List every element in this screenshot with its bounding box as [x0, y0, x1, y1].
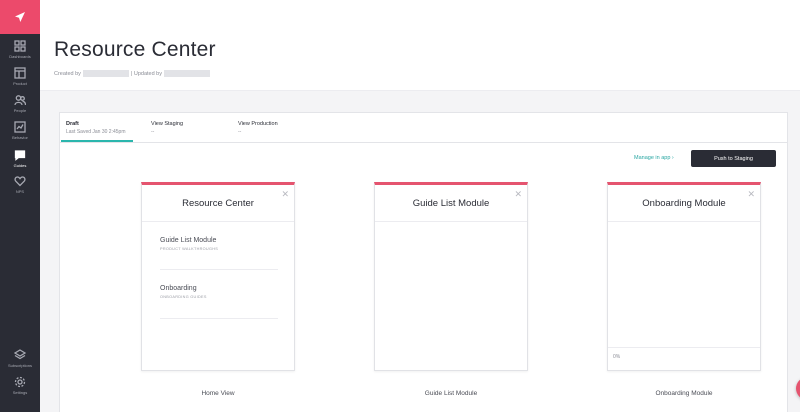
gear-icon	[14, 376, 26, 388]
progress-divider	[608, 347, 760, 348]
tab-view-staging[interactable]: View Staging --	[151, 121, 183, 135]
chart-icon	[14, 121, 26, 133]
tab-sublabel: --	[151, 129, 155, 135]
sidebar-item-label: NPS	[15, 189, 25, 194]
tab-label: Draft	[66, 121, 79, 127]
sidebar: Dashboards Product People Behavior Guide…	[0, 0, 40, 412]
sidebar-item-label: Guides	[13, 163, 27, 168]
environment-tabs: Draft Last Saved Jan 30 2:45pm View Stag…	[60, 113, 787, 143]
main-content: Resource Center Created by | Updated by …	[40, 0, 800, 412]
sidebar-item-settings[interactable]: Settings	[0, 376, 40, 395]
updated-by-label: | Updated by	[130, 70, 162, 77]
sidebar-item-people[interactable]: People	[0, 94, 40, 113]
page-meta: Created by | Updated by	[54, 70, 212, 77]
module-name: Onboarding	[160, 285, 197, 292]
module-subtitle: PRODUCT WALKTHROUGHS	[160, 247, 219, 251]
module-item-onboarding[interactable]: Onboarding ONBOARDING GUIDES	[160, 285, 207, 299]
divider	[160, 318, 278, 319]
sidebar-item-label: Behavior	[12, 135, 28, 140]
sidebar-item-label: People	[13, 108, 27, 113]
progress-text: 0%	[613, 354, 621, 360]
people-icon	[14, 95, 26, 106]
module-subtitle: ONBOARDING GUIDES	[160, 295, 207, 299]
redacted-name	[164, 70, 210, 77]
divider	[160, 269, 278, 270]
tab-sublabel: --	[238, 129, 242, 135]
active-tab-indicator	[61, 140, 133, 142]
grid-icon	[14, 40, 26, 52]
chat-icon	[14, 150, 26, 161]
tab-label: View Staging	[151, 121, 184, 127]
sidebar-item-behavior[interactable]: Behavior	[0, 121, 40, 140]
rocket-logo-icon	[15, 12, 25, 22]
card-caption: Guide List Module	[424, 390, 478, 397]
tab-sublabel: Last Saved Jan 30 2:45pm	[66, 129, 126, 135]
push-to-staging-button[interactable]: Push to Staging	[691, 150, 776, 167]
layers-icon	[14, 349, 26, 360]
close-icon[interactable]: ✕	[514, 190, 522, 199]
divider	[142, 221, 294, 222]
tab-label: View Production	[238, 121, 278, 127]
card-caption: Onboarding Module	[655, 390, 713, 397]
tab-draft[interactable]: Draft Last Saved Jan 30 2:45pm	[66, 121, 126, 135]
card-title: Resource Center	[182, 198, 254, 209]
app-logo[interactable]	[0, 0, 40, 34]
sidebar-item-subscriptions[interactable]: Subscriptions	[0, 349, 40, 368]
sidebar-item-nps[interactable]: NPS	[0, 175, 40, 194]
editor-panel: Draft Last Saved Jan 30 2:45pm View Stag…	[59, 112, 788, 412]
page-title: Resource Center	[54, 38, 216, 61]
divider	[375, 221, 527, 222]
module-item-guide-list[interactable]: Guide List Module PRODUCT WALKTHROUGHS	[160, 237, 218, 251]
close-icon[interactable]: ✕	[747, 190, 755, 199]
sidebar-item-label: Settings	[12, 390, 28, 395]
resource-center-card[interactable]: Resource Center ✕ Guide List Module PROD…	[141, 182, 295, 371]
created-by-label: Created by	[54, 70, 81, 77]
module-name: Guide List Module	[160, 237, 217, 244]
sidebar-item-label: Product	[13, 81, 27, 86]
heart-icon	[14, 176, 26, 187]
sidebar-item-guides[interactable]: Guides	[0, 149, 40, 168]
close-icon[interactable]: ✕	[281, 190, 289, 199]
card-caption: Home View	[201, 390, 235, 397]
redacted-name	[82, 70, 129, 77]
card-title: Onboarding Module	[642, 198, 726, 209]
manage-in-app-link[interactable]: Manage in app ›	[634, 155, 674, 161]
sidebar-item-label: Subscriptions	[7, 363, 32, 368]
sidebar-item-dashboards[interactable]: Dashboards	[0, 40, 40, 59]
layout-icon	[14, 67, 26, 79]
sidebar-item-product[interactable]: Product	[0, 67, 40, 86]
tab-view-production[interactable]: View Production --	[238, 121, 278, 135]
sidebar-item-label: Dashboards	[9, 54, 31, 59]
divider	[608, 221, 760, 222]
onboarding-module-card[interactable]: Onboarding Module ✕ 0%	[607, 182, 761, 371]
card-title: Guide List Module	[412, 198, 490, 209]
guide-list-module-card[interactable]: Guide List Module ✕	[374, 182, 528, 371]
